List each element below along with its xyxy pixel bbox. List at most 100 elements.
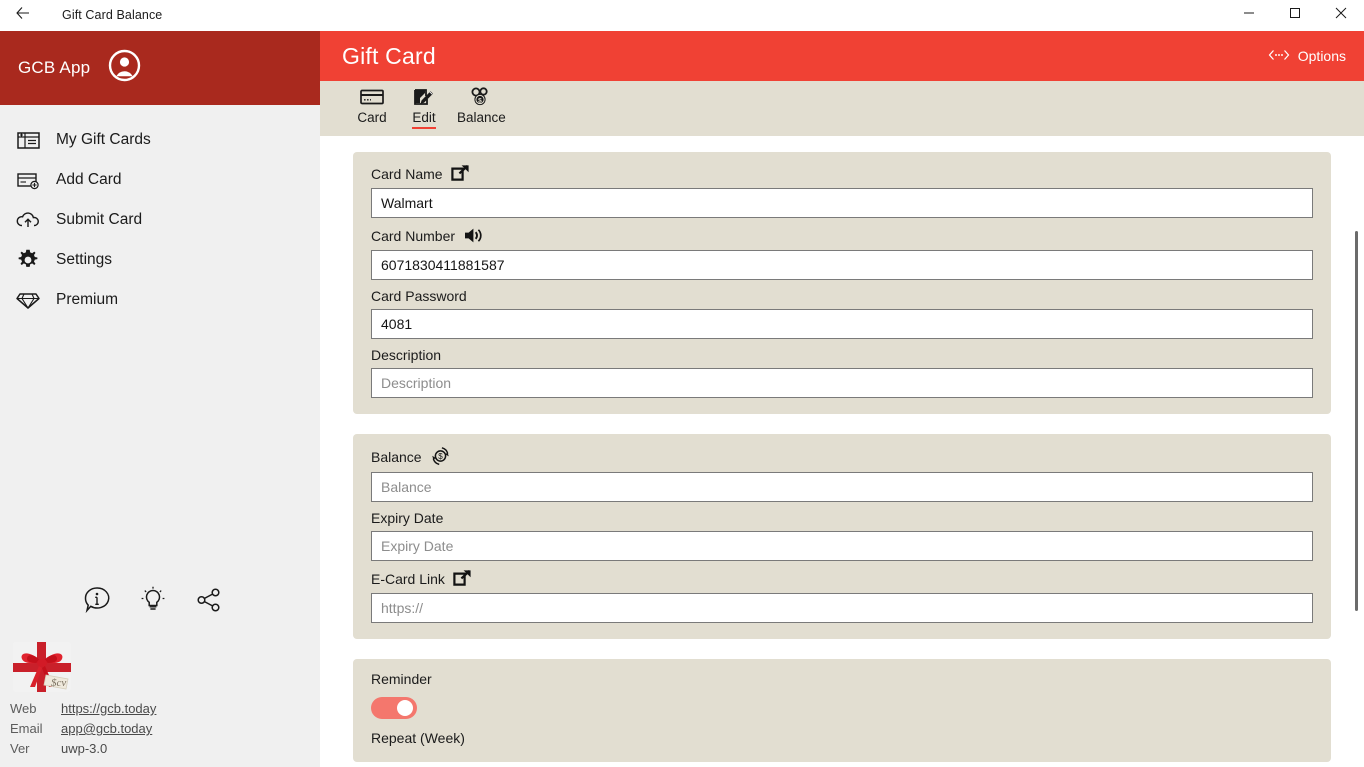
label-card-password: Card Password (371, 288, 1313, 304)
app-name: GCB App (18, 58, 91, 77)
sidebar-item-add-card[interactable]: Add Card (0, 160, 320, 200)
sidebar-header: GCB App (0, 31, 320, 105)
close-icon (1335, 6, 1347, 24)
sidebar-item-label: Settings (56, 251, 113, 268)
sidebar-item-my-gift-cards[interactable]: My Gift Cards (0, 120, 320, 160)
avatar[interactable] (107, 49, 141, 87)
sidebar-nav: My Gift Cards Add Card Submit Card Setti… (0, 105, 320, 320)
window-title: Gift Card Balance (62, 8, 163, 22)
card-password-label-text: Card Password (371, 288, 467, 304)
minimize-button[interactable] (1226, 0, 1272, 31)
minimize-icon (1243, 6, 1255, 24)
expiry-date-label-text: Expiry Date (371, 510, 444, 526)
label-balance: Balance $ (371, 446, 1313, 467)
tab-label: Balance (457, 110, 506, 125)
card-number-input[interactable] (371, 250, 1313, 280)
tab-label: Card (357, 110, 387, 125)
speaker-icon[interactable] (463, 226, 485, 245)
meta-key: Ver (10, 741, 30, 756)
meta-key: Web (10, 701, 37, 716)
tab-label: Edit (412, 110, 436, 129)
sidebar-item-submit-card[interactable]: Submit Card (0, 200, 320, 240)
info-bubble-icon[interactable] (82, 585, 112, 620)
card-password-input[interactable] (371, 309, 1313, 339)
meta-row-version: Ver uwp-3.0 (10, 739, 320, 759)
account-circle-icon (108, 49, 141, 87)
sidebar-item-label: Premium (56, 291, 119, 308)
tab-card[interactable]: Card (346, 81, 398, 127)
back-button[interactable] (0, 0, 46, 31)
gear-icon (12, 246, 44, 274)
panel-reminder: Reminder Repeat (Week) (353, 659, 1331, 762)
balance-input[interactable] (371, 472, 1313, 502)
sidebar-item-label: Submit Card (56, 211, 143, 228)
description-label-text: Description (371, 347, 442, 363)
diamond-icon (12, 286, 44, 314)
sidebar-item-label: Add Card (56, 171, 122, 188)
label-expiry-date: Expiry Date (371, 510, 1313, 526)
gift-card-icon (12, 126, 44, 154)
edit-pencil-icon (413, 85, 435, 108)
label-reminder: Reminder (371, 671, 1313, 687)
reminder-toggle[interactable] (371, 697, 417, 719)
card-name-label-text: Card Name (371, 165, 443, 182)
svg-text:$cv: $cv (51, 677, 66, 689)
card-name-input[interactable] (371, 188, 1313, 218)
meta-row-web: Web https://gcb.today (10, 699, 320, 719)
repeat-label: Repeat (Week) (371, 730, 465, 746)
add-card-icon (12, 166, 44, 194)
toggle-knob (397, 700, 413, 716)
lightbulb-icon[interactable] (138, 585, 168, 620)
balance-label-text: Balance (371, 448, 422, 465)
external-link-icon[interactable] (453, 569, 472, 588)
tab-edit[interactable]: Edit (398, 81, 450, 129)
sidebar-item-label: My Gift Cards (56, 131, 151, 148)
label-card-number: Card Number (371, 226, 1313, 245)
panel-balance-details: Balance $ Expiry Date E (353, 434, 1331, 639)
close-button[interactable] (1318, 0, 1364, 31)
sidebar-utility-icons (0, 585, 320, 642)
sidebar-item-settings[interactable]: Settings (0, 240, 320, 280)
scrollbar[interactable] (1348, 136, 1364, 767)
main-header: Gift Card Options (320, 31, 1364, 81)
expiry-date-input[interactable] (371, 531, 1313, 561)
description-input[interactable] (371, 368, 1313, 398)
window-titlebar: Gift Card Balance (0, 0, 1364, 31)
page-title: Gift Card (342, 42, 436, 69)
maximize-button[interactable] (1272, 0, 1318, 31)
refresh-dollar-icon[interactable]: $ (430, 446, 451, 467)
coins-dollar-icon: $ (469, 85, 493, 108)
external-link-icon[interactable] (450, 164, 470, 183)
sidebar-item-premium[interactable]: Premium (0, 280, 320, 320)
main-content: Gift Card Options Card Edit $ Balance Ca… (320, 31, 1364, 767)
svg-text:$: $ (438, 452, 443, 461)
arrow-left-icon (14, 4, 32, 27)
form-scroll-area[interactable]: Card Name Card Number (320, 136, 1364, 767)
ecard-link-label-text: E-Card Link (371, 570, 445, 587)
svg-text:$: $ (479, 97, 483, 104)
more-horizontal-icon (1268, 48, 1290, 64)
maximize-icon (1289, 6, 1301, 24)
cloud-upload-icon (12, 206, 44, 234)
label-description: Description (371, 347, 1313, 363)
sidebar-footer: $cv Web https://gcb.today Email app@gcb.… (0, 585, 320, 767)
tabbar: Card Edit $ Balance (320, 81, 1364, 136)
ecard-link-input[interactable] (371, 593, 1313, 623)
reminder-label-text: Reminder (371, 671, 432, 687)
brand-gift-image: $cv (13, 642, 71, 692)
options-label: Options (1297, 48, 1346, 64)
sidebar-meta: Web https://gcb.today Email app@gcb.toda… (0, 699, 320, 767)
version-value: uwp-3.0 (61, 741, 108, 756)
scrollbar-thumb[interactable] (1355, 231, 1358, 611)
options-button[interactable]: Options (1268, 48, 1346, 64)
meta-row-email: Email app@gcb.today (10, 719, 320, 739)
panel-card-details: Card Name Card Number (353, 152, 1331, 414)
share-icon[interactable] (194, 585, 224, 620)
email-link[interactable]: app@gcb.today (61, 719, 152, 739)
sidebar: GCB App My Gift Cards Add Card Submit Ca… (0, 31, 320, 767)
label-card-name: Card Name (371, 164, 1313, 183)
tab-balance[interactable]: $ Balance (450, 81, 513, 127)
credit-card-icon (360, 85, 384, 108)
web-link[interactable]: https://gcb.today (61, 699, 156, 719)
card-number-label-text: Card Number (371, 227, 456, 244)
